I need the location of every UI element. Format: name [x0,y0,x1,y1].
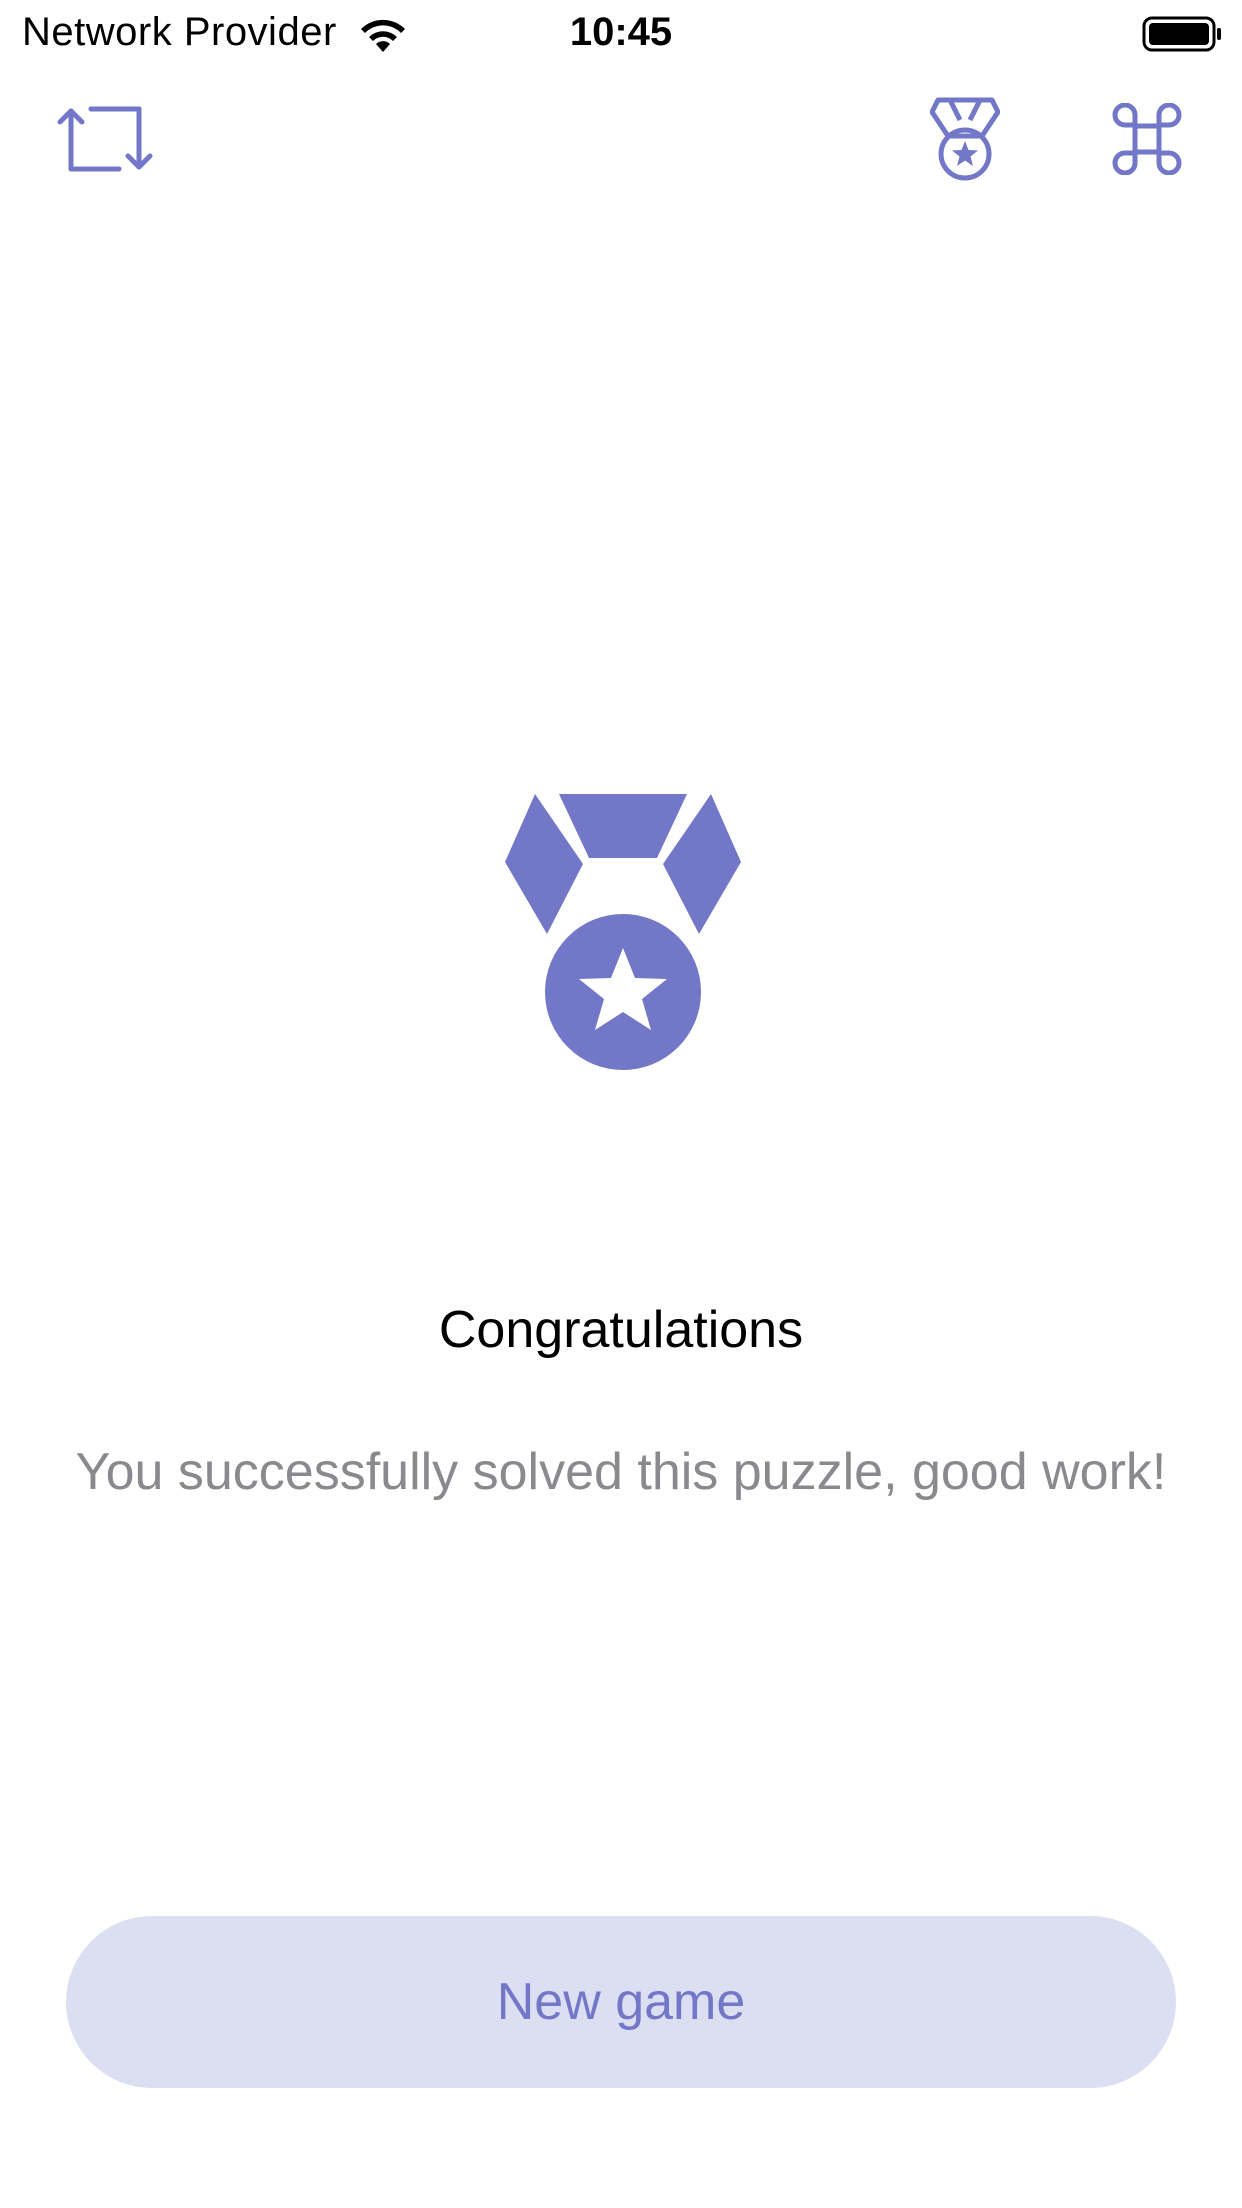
status-time: 10:45 [569,10,673,54]
success-message: You successfully solved this puzzle, goo… [75,1443,1167,1501]
command-button[interactable] [1092,84,1202,194]
status-bar: Network Provider 10:45 [0,0,1242,70]
congratulations-title: Congratulations [438,1301,804,1359]
battery-icon [1142,14,1224,59]
achievements-button[interactable] [910,84,1020,194]
command-icon [1112,103,1182,175]
medal-star-icon [505,794,741,1070]
new-game-button[interactable]: New game [66,1916,1176,2088]
refresh-arrows-icon [57,106,153,172]
medal-icon [930,97,1000,181]
refresh-button[interactable] [50,84,160,194]
